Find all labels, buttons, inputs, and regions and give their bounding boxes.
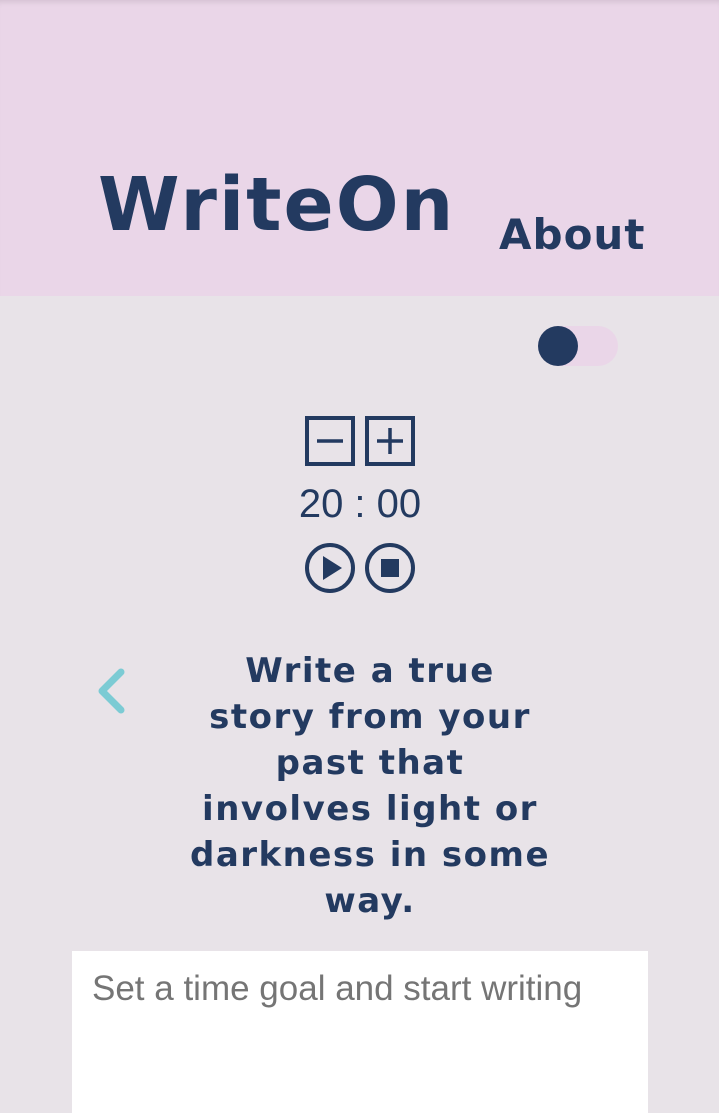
- chevron-left-icon: [98, 668, 125, 714]
- writing-prompt: Write a true story from your past that i…: [190, 651, 551, 921]
- nav-about-link[interactable]: About: [499, 214, 645, 256]
- writing-area[interactable]: [72, 951, 648, 1113]
- play-circle-icon: [305, 543, 355, 593]
- theme-toggle[interactable]: [538, 326, 618, 366]
- toggle-knob: [538, 326, 578, 366]
- decrease-time-button[interactable]: [305, 416, 355, 466]
- minus-square-icon: [305, 416, 355, 466]
- timer-display: 20 : 00: [298, 482, 422, 526]
- stop-circle-icon: [365, 543, 415, 593]
- plus-square-icon: [365, 416, 415, 466]
- increase-time-button[interactable]: [365, 416, 415, 466]
- start-timer-button[interactable]: [304, 542, 356, 594]
- site-header: WriteOn About: [0, 0, 719, 296]
- previous-prompt-button[interactable]: [92, 666, 132, 720]
- stop-timer-button[interactable]: [364, 542, 416, 594]
- logo[interactable]: WriteOn: [98, 168, 455, 242]
